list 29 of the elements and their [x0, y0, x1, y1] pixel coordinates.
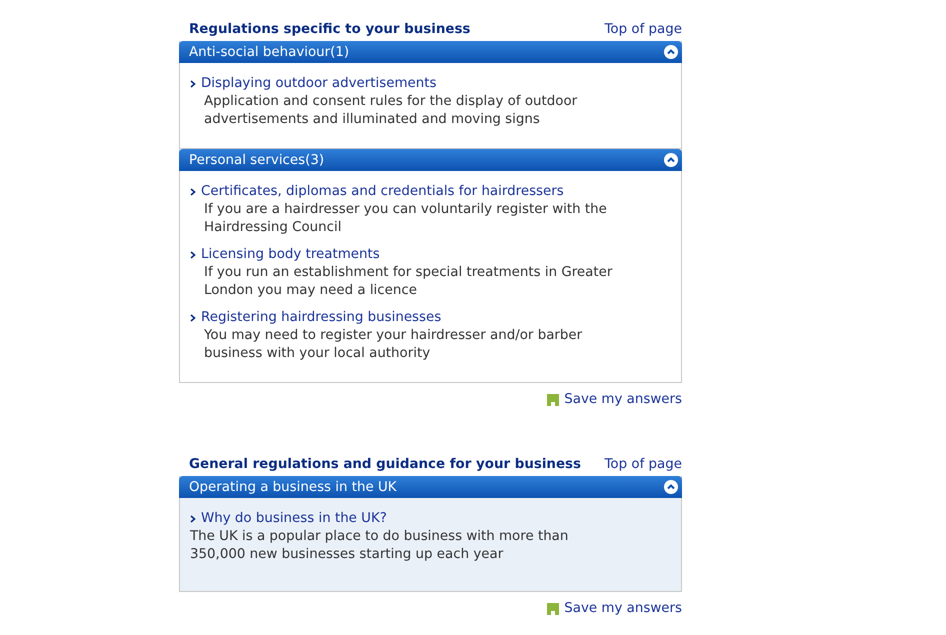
guide-description: If you run an establishment for special treatments in Greater London you may need a licence	[203, 264, 614, 299]
guide-link[interactable]: Registering hairdressing businesses	[201, 309, 442, 327]
guide-description: The UK is a popular place to do business with more than 350,000 new businesses starting up each year	[190, 528, 570, 563]
panel-header[interactable]: Operating a business in the UK	[179, 476, 682, 498]
save-icon	[547, 394, 560, 406]
guide-link[interactable]: Licensing body treatments	[201, 246, 380, 264]
collapse-icon	[664, 480, 678, 494]
chevron-icon	[190, 188, 196, 196]
collapse-icon	[664, 153, 678, 167]
guide-link[interactable]: Why do business in the UK?	[201, 510, 387, 528]
save-icon	[547, 602, 560, 614]
collapse-icon	[664, 45, 678, 59]
guide-description: Application and consent rules for the display of outdoor advertisements and illuminated and moving signs	[203, 93, 578, 128]
save-answers-link[interactable]: Save my answers	[547, 392, 682, 407]
chevron-icon	[190, 314, 196, 322]
top-of-page-link[interactable]: Top of page	[604, 457, 682, 472]
top-of-page-link[interactable]: Top of page	[604, 22, 682, 37]
panel-header[interactable]: Personal services(3)	[179, 149, 682, 171]
chevron-icon	[190, 80, 196, 88]
guide-link[interactable]: Displaying outdoor advertisements	[201, 75, 436, 93]
section-title: General regulations and guidance for your business	[189, 457, 581, 472]
guide-description: You may need to register your hairdresser and/or barber business with your local authority	[203, 327, 584, 362]
section-title: Regulations specific to your business	[189, 22, 470, 37]
chevron-icon	[190, 515, 196, 523]
panel-header[interactable]: Anti-social behaviour(1)	[179, 41, 682, 63]
guide-link[interactable]: Certificates, diplomas and credentials for hairdressers	[201, 183, 564, 201]
guide-description: If you are a hairdresser you can voluntarily register with the Hairdressing Council	[203, 201, 608, 236]
save-answers-link[interactable]: Save my answers	[547, 601, 682, 616]
chevron-icon	[190, 251, 196, 259]
